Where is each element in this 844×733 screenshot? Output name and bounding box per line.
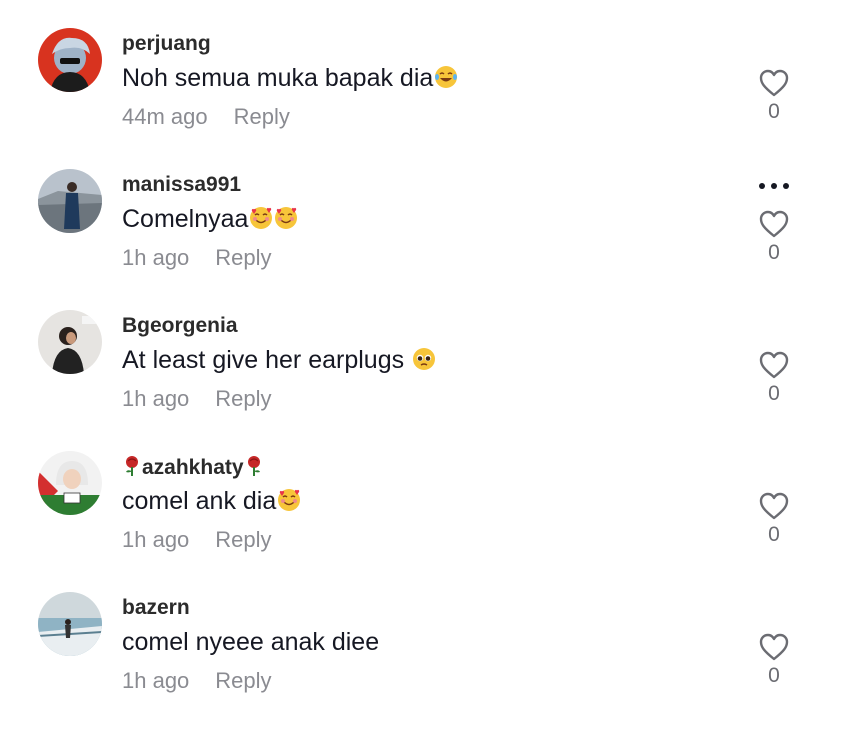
comment-text-content: Comelnyaa — [122, 205, 249, 233]
like-count: 0 — [768, 382, 780, 405]
comment-text-content: comel ank dia — [122, 487, 277, 515]
pleading-face-emoji — [412, 347, 436, 371]
smiling-face-with-hearts-emoji — [277, 488, 301, 512]
comment-item: bazern comel nyeee anak diee 1h ago Reply… — [0, 592, 844, 733]
reply-button[interactable]: Reply — [215, 668, 271, 693]
comment-time: 44m ago — [122, 104, 208, 129]
comment-meta: 44m ago Reply — [122, 104, 290, 130]
heart-icon[interactable] — [758, 491, 790, 521]
smiling-face-with-hearts-emoji — [274, 206, 298, 230]
rose-icon — [244, 455, 264, 477]
comment-item: Bgeorgenia At least give her earplugs 1h… — [0, 310, 844, 451]
comment-time: 1h ago — [122, 668, 190, 693]
comment-item: manissa991 Comelnyaa 1h ago Reply 0 — [0, 169, 844, 310]
comment-item: azahkhaty comel ank dia 1h ago Reply 0 — [0, 451, 844, 592]
comment-text-content: At least give her earplugs — [122, 346, 412, 374]
like-area: 0 — [756, 491, 792, 547]
avatar-image-azahkhaty — [38, 451, 102, 515]
comment-username[interactable]: perjuang — [122, 32, 211, 56]
smiling-face-with-hearts-emoji — [249, 206, 273, 230]
reply-button[interactable]: Reply — [215, 386, 271, 411]
comment-username[interactable]: Bgeorgenia — [122, 314, 238, 338]
like-area: 0 — [756, 209, 792, 265]
rose-icon — [122, 455, 142, 477]
comment-meta: 1h ago Reply — [122, 668, 272, 694]
avatar-image-manissa991 — [38, 169, 102, 233]
like-count: 0 — [768, 664, 780, 687]
heart-icon[interactable] — [758, 350, 790, 380]
like-count: 0 — [768, 100, 780, 123]
comment-text: comel nyeee anak diee — [122, 628, 380, 656]
avatar[interactable] — [38, 28, 102, 92]
comment-meta: 1h ago Reply — [122, 245, 272, 271]
comment-item: perjuang Noh semua muka bapak dia 44m ag… — [0, 28, 844, 169]
comment-text: comel ank dia — [122, 487, 301, 516]
like-count: 0 — [768, 523, 780, 546]
comment-text: Comelnyaa — [122, 205, 298, 234]
avatar[interactable] — [38, 169, 102, 233]
comment-time: 1h ago — [122, 527, 190, 552]
comment-time: 1h ago — [122, 386, 190, 411]
like-area: 0 — [756, 68, 792, 124]
avatar[interactable] — [38, 592, 102, 656]
avatar-image-bgeorgenia — [38, 310, 102, 374]
reply-button[interactable]: Reply — [215, 245, 271, 270]
heart-icon[interactable] — [758, 209, 790, 239]
comment-text-content: Noh semua muka bapak dia — [122, 64, 434, 92]
avatar-image-bazern — [38, 592, 102, 656]
heart-icon[interactable] — [758, 68, 790, 98]
comment-time: 1h ago — [122, 245, 190, 270]
avatar[interactable] — [38, 310, 102, 374]
like-count: 0 — [768, 241, 780, 264]
avatar-image-perjuang — [38, 28, 102, 92]
reply-button[interactable]: Reply — [234, 104, 290, 129]
like-area: 0 — [756, 632, 792, 688]
laughing-tears-emoji — [434, 65, 458, 89]
more-options-icon[interactable] — [756, 181, 792, 191]
comment-username[interactable]: azahkhaty — [122, 455, 264, 480]
comment-text: At least give her earplugs — [122, 346, 436, 375]
comment-username[interactable]: bazern — [122, 596, 190, 620]
heart-icon[interactable] — [758, 632, 790, 662]
avatar[interactable] — [38, 451, 102, 515]
reply-button[interactable]: Reply — [215, 527, 271, 552]
comment-username[interactable]: manissa991 — [122, 173, 241, 197]
username-text: azahkhaty — [142, 456, 244, 479]
comment-text: Noh semua muka bapak dia — [122, 64, 458, 93]
comment-meta: 1h ago Reply — [122, 386, 272, 412]
comment-meta: 1h ago Reply — [122, 527, 272, 553]
like-area: 0 — [756, 350, 792, 406]
